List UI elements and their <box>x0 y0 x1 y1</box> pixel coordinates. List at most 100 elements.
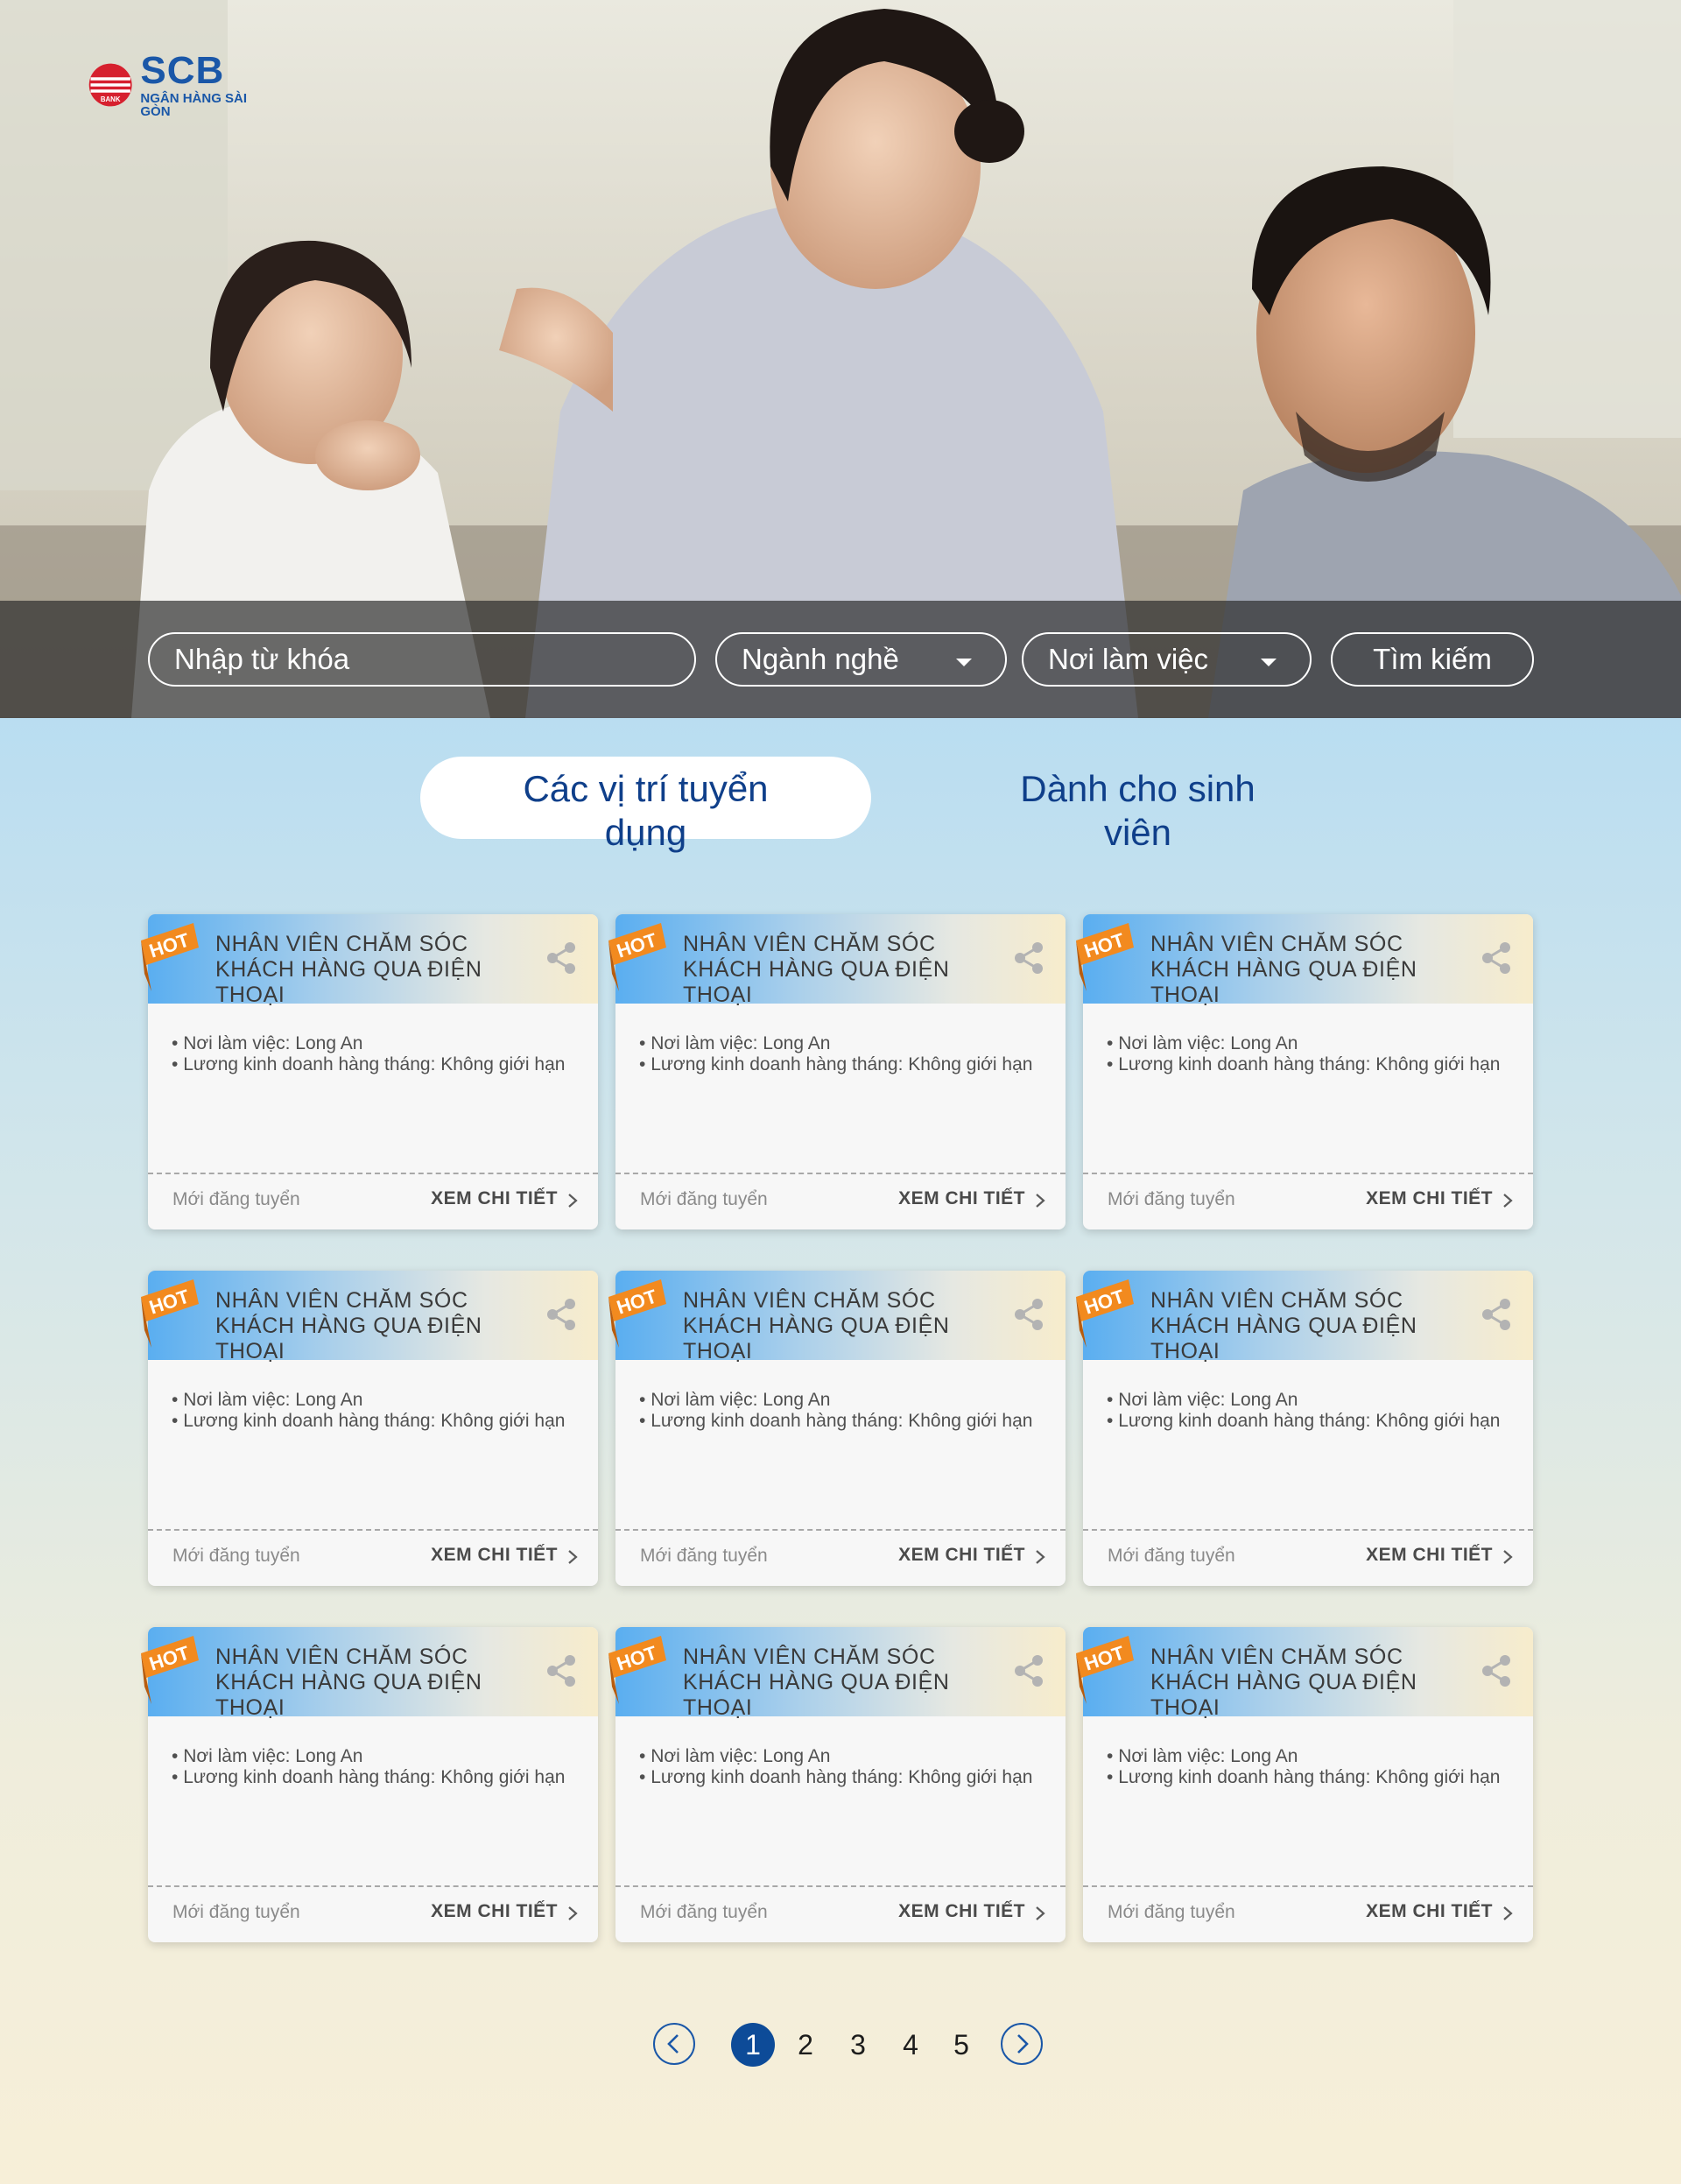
share-icon[interactable] <box>1481 941 1514 976</box>
tab-for-students[interactable]: Dành cho sinh viên <box>912 757 1363 853</box>
chevron-right-icon[interactable] <box>566 1906 579 1921</box>
view-detail-link[interactable]: XEM CHI TIẾT <box>431 1901 558 1922</box>
keyword-input[interactable]: Nhập từ khóa <box>148 632 696 687</box>
job-details: Nơi làm việc: Long An Lương kinh doanh h… <box>1107 1746 1518 1788</box>
job-title[interactable]: NHÂN VIÊN CHĂM SÓC KHÁCH HÀNG QUA ĐIỆN T… <box>683 1645 1016 1721</box>
card-divider <box>148 1885 598 1887</box>
chevron-right-icon[interactable] <box>1034 1906 1046 1921</box>
job-title[interactable]: NHÂN VIÊN CHĂM SÓC KHÁCH HÀNG QUA ĐIỆN T… <box>1150 932 1483 1008</box>
view-detail-link[interactable]: XEM CHI TIẾT <box>1366 1901 1493 1922</box>
job-details: Nơi làm việc: Long An Lương kinh doanh h… <box>1107 1033 1518 1075</box>
card-divider <box>1083 1885 1533 1887</box>
page-number-5[interactable]: 5 <box>939 2023 983 2067</box>
search-button[interactable]: Tìm kiếm <box>1331 632 1534 687</box>
page-number-3[interactable]: 3 <box>836 2023 880 2067</box>
card-divider <box>1083 1529 1533 1531</box>
job-details: Nơi làm việc: Long An Lương kinh doanh h… <box>639 1390 1051 1432</box>
job-salary: Lương kinh doanh hàng tháng: Không giới … <box>172 1411 583 1432</box>
hero-banner: BANK SCB NGÂN HÀNG SÀI GÒN Nhập từ khóa … <box>0 0 1681 718</box>
chevron-right-icon[interactable] <box>1502 1906 1514 1921</box>
job-status: Mới đăng tuyển <box>172 1546 300 1566</box>
logo-subtitle: NGÂN HÀNG SÀI GÒN <box>140 91 248 119</box>
hot-badge: HOT <box>141 1279 199 1348</box>
chevron-right-icon[interactable] <box>1034 1193 1046 1208</box>
share-icon[interactable] <box>1013 1653 1046 1688</box>
chevron-right-icon[interactable] <box>1034 1549 1046 1565</box>
share-icon[interactable] <box>1481 1297 1514 1332</box>
hot-badge: HOT <box>141 923 199 991</box>
chevron-right-icon[interactable] <box>1502 1549 1514 1565</box>
next-page-button[interactable] <box>1001 2023 1043 2065</box>
share-icon[interactable] <box>545 1297 579 1332</box>
scb-logo[interactable]: BANK SCB NGÂN HÀNG SÀI GÒN <box>88 49 263 119</box>
job-title[interactable]: NHÂN VIÊN CHĂM SÓC KHÁCH HÀNG QUA ĐIỆN T… <box>1150 1645 1483 1721</box>
hot-badge: HOT <box>1076 923 1134 991</box>
job-salary: Lương kinh doanh hàng tháng: Không giới … <box>639 1411 1051 1432</box>
job-salary: Lương kinh doanh hàng tháng: Không giới … <box>172 1767 583 1788</box>
job-location: Nơi làm việc: Long An <box>639 1746 1051 1767</box>
job-title[interactable]: NHÂN VIÊN CHĂM SÓC KHÁCH HÀNG QUA ĐIỆN T… <box>215 932 548 1008</box>
location-select[interactable]: Nơi làm việc <box>1022 632 1312 687</box>
page-number-4[interactable]: 4 <box>889 2023 932 2067</box>
share-icon[interactable] <box>1013 1297 1046 1332</box>
location-placeholder: Nơi làm việc <box>1048 643 1208 675</box>
logo-name: SCB <box>140 49 225 92</box>
view-detail-link[interactable]: XEM CHI TIẾT <box>898 1188 1025 1209</box>
job-salary: Lương kinh doanh hàng tháng: Không giới … <box>639 1767 1051 1788</box>
job-status: Mới đăng tuyển <box>1108 1189 1235 1209</box>
job-card: HOT NHÂN VIÊN CHĂM SÓC KHÁCH HÀNG QUA ĐI… <box>1076 914 1533 1229</box>
job-card: HOT NHÂN VIÊN CHĂM SÓC KHÁCH HÀNG QUA ĐI… <box>608 1627 1066 1942</box>
industry-select[interactable]: Ngành nghề <box>715 632 1007 687</box>
view-detail-link[interactable]: XEM CHI TIẾT <box>1366 1545 1493 1566</box>
search-bar: Nhập từ khóa Ngành nghề Nơi làm việc Tìm… <box>0 601 1681 718</box>
job-title[interactable]: NHÂN VIÊN CHĂM SÓC KHÁCH HÀNG QUA ĐIỆN T… <box>683 932 1016 1008</box>
view-detail-link[interactable]: XEM CHI TIẾT <box>898 1901 1025 1922</box>
chevron-right-icon[interactable] <box>566 1193 579 1208</box>
job-title[interactable]: NHÂN VIÊN CHĂM SÓC KHÁCH HÀNG QUA ĐIỆN T… <box>1150 1288 1483 1364</box>
view-detail-link[interactable]: XEM CHI TIẾT <box>1366 1188 1493 1209</box>
job-location: Nơi làm việc: Long An <box>172 1033 583 1054</box>
card-divider <box>615 1173 1066 1174</box>
job-location: Nơi làm việc: Long An <box>639 1033 1051 1054</box>
logo-bank-text: BANK <box>101 95 121 103</box>
hot-badge: HOT <box>608 923 666 991</box>
keyword-placeholder: Nhập từ khóa <box>174 643 350 675</box>
share-icon[interactable] <box>1013 941 1046 976</box>
job-title[interactable]: NHÂN VIÊN CHĂM SÓC KHÁCH HÀNG QUA ĐIỆN T… <box>683 1288 1016 1364</box>
view-detail-link[interactable]: XEM CHI TIẾT <box>898 1545 1025 1566</box>
chevron-right-icon[interactable] <box>566 1549 579 1565</box>
job-card: HOT NHÂN VIÊN CHĂM SÓC KHÁCH HÀNG QUA ĐI… <box>1076 1627 1533 1942</box>
share-icon[interactable] <box>545 1653 579 1688</box>
job-details: Nơi làm việc: Long An Lương kinh doanh h… <box>172 1033 583 1075</box>
job-status: Mới đăng tuyển <box>640 1189 768 1209</box>
share-icon[interactable] <box>1481 1653 1514 1688</box>
job-location: Nơi làm việc: Long An <box>1107 1033 1518 1054</box>
job-card: HOT NHÂN VIÊN CHĂM SÓC KHÁCH HÀNG QUA ĐI… <box>141 1271 598 1586</box>
job-location: Nơi làm việc: Long An <box>172 1390 583 1411</box>
page-number-2[interactable]: 2 <box>784 2023 827 2067</box>
search-button-label: Tìm kiếm <box>1373 643 1492 675</box>
view-detail-link[interactable]: XEM CHI TIẾT <box>431 1545 558 1566</box>
job-status: Mới đăng tuyển <box>1108 1546 1235 1566</box>
card-divider <box>1083 1173 1533 1174</box>
view-detail-link[interactable]: XEM CHI TIẾT <box>431 1188 558 1209</box>
card-divider <box>615 1529 1066 1531</box>
hot-badge: HOT <box>1076 1279 1134 1348</box>
job-title[interactable]: NHÂN VIÊN CHĂM SÓC KHÁCH HÀNG QUA ĐIỆN T… <box>215 1288 548 1364</box>
caret-down-icon <box>1261 659 1277 666</box>
chevron-right-icon[interactable] <box>1502 1193 1514 1208</box>
share-icon[interactable] <box>545 941 579 976</box>
job-card: HOT NHÂN VIÊN CHĂM SÓC KHÁCH HÀNG QUA ĐI… <box>608 914 1066 1229</box>
card-divider <box>615 1885 1066 1887</box>
job-card: HOT NHÂN VIÊN CHĂM SÓC KHÁCH HÀNG QUA ĐI… <box>608 1271 1066 1586</box>
page-number-1[interactable]: 1 <box>731 2023 775 2067</box>
tab-recruitment-positions[interactable]: Các vị trí tuyển dụng <box>420 757 871 853</box>
caret-down-icon <box>956 659 972 666</box>
prev-page-button[interactable] <box>653 2023 695 2065</box>
pagination: 12345 <box>0 2023 1681 2068</box>
job-salary: Lương kinh doanh hàng tháng: Không giới … <box>639 1054 1051 1075</box>
job-title[interactable]: NHÂN VIÊN CHĂM SÓC KHÁCH HÀNG QUA ĐIỆN T… <box>215 1645 548 1721</box>
job-details: Nơi làm việc: Long An Lương kinh doanh h… <box>172 1390 583 1432</box>
job-salary: Lương kinh doanh hàng tháng: Không giới … <box>172 1054 583 1075</box>
hot-badge: HOT <box>1076 1636 1134 1704</box>
